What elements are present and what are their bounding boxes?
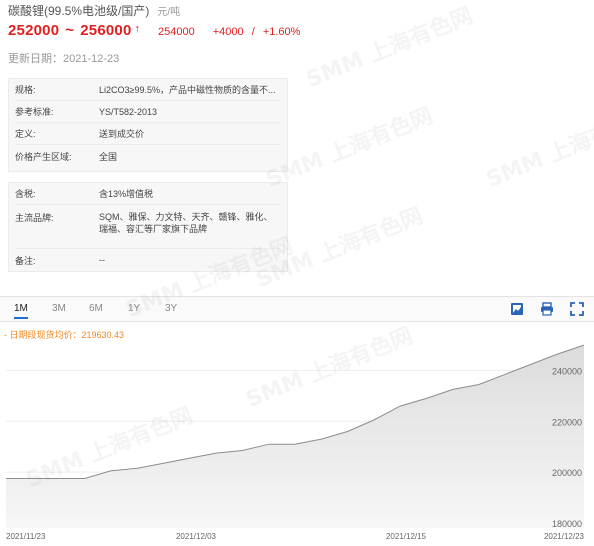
x-tick-label: 2021/11/23 <box>6 532 46 541</box>
region-label: 价格产生区域: <box>15 151 72 162</box>
brands-label: 主流品牌: <box>15 213 54 223</box>
y-tick-label: 240000 <box>552 366 582 376</box>
trade-info-box: 含税: 含13%增值税 主流品牌: SQM、雅保、力文特、天齐、赣锋、雅化、瑞福… <box>8 182 288 272</box>
fullscreen-icon[interactable] <box>570 302 584 316</box>
price-chart-svg: 180000 200000 220000 240000 2021/11/23 2021/1… <box>6 344 585 541</box>
change-percent: +1.60% <box>262 26 301 38</box>
tax-value: 含13%增值税 <box>99 189 154 199</box>
x-tick-label: 2021/12/23 <box>544 532 585 541</box>
remark-label: 备注: <box>15 255 36 266</box>
definition-value: 送到成交价 <box>99 129 145 139</box>
x-tick-label: 2021/12/03 <box>176 532 217 541</box>
update-colon: ： <box>52 53 63 65</box>
tab-3y[interactable]: 3Y <box>165 301 177 319</box>
standard-value: YS/T582-2013 <box>99 106 158 117</box>
spec-label: 规格: <box>15 85 36 95</box>
price-high: 256000 <box>80 22 132 39</box>
price-change: +4000 / +1.60% <box>213 26 301 38</box>
tab-6m[interactable]: 6M <box>89 301 103 319</box>
price-low: 252000 <box>8 22 60 39</box>
y-tick-label: 220000 <box>552 417 582 427</box>
change-separator: / <box>251 26 255 38</box>
y-tick-label: 200000 <box>552 468 582 478</box>
spec-value: Li2CO3≥99.5%，产品中磁性物质的含量不... <box>99 85 276 95</box>
standard-row: 参考标准: YS/T582-2013 <box>15 101 281 123</box>
legend-text: 日期段现货均价：219630.43 <box>9 330 125 340</box>
definition-label: 定义: <box>15 129 36 139</box>
range-tabbar: 1M 3M 6M 1Y 3Y <box>0 296 594 322</box>
up-arrow-icon: ↑ <box>134 23 141 35</box>
spec-row: 规格: Li2CO3≥99.5%，产品中磁性物质的含量不... <box>15 79 281 101</box>
image-icon[interactable] <box>510 302 524 316</box>
tax-label: 含税: <box>15 189 36 199</box>
spec-info-box: 规格: Li2CO3≥99.5%，产品中磁性物质的含量不... 参考标准: YS… <box>8 78 288 172</box>
price-unit: 元/吨 <box>157 7 181 18</box>
region-value: 全国 <box>99 151 118 162</box>
price-average: 254000 <box>158 26 195 38</box>
product-header: 碳酸锂(99.5%电池级/国产) 元/吨 <box>8 2 588 20</box>
tab-1y[interactable]: 1Y <box>128 301 140 319</box>
x-tick-label: 2021/12/15 <box>386 532 427 541</box>
tax-row: 含税: 含13%增值税 <box>15 183 281 205</box>
update-date-row: 更新日期：2021-12-23 <box>8 50 119 66</box>
price-row: 252000 ~ 256000 ↑ 254000 +4000 / +1.60% <box>8 22 300 39</box>
update-label: 更新日期 <box>8 53 52 65</box>
tab-3m[interactable]: 3M <box>52 301 66 319</box>
tab-1m[interactable]: 1M <box>14 301 28 319</box>
change-value: +4000 <box>212 26 244 38</box>
standard-label: 参考标准: <box>15 107 54 117</box>
remark-value: -- <box>99 255 105 265</box>
price-separator: ~ <box>65 22 75 39</box>
brands-value: SQM、雅保、力文特、天齐、赣锋、雅化、瑞福、容汇等厂家旗下品牌 <box>99 212 273 234</box>
price-chart: 180000 200000 220000 240000 2021/11/23 2021/1… <box>0 340 594 546</box>
update-date: 2021-12-23 <box>63 53 120 65</box>
legend-marker: - <box>4 330 7 340</box>
title-row: 碳酸锂(99.5%电池级/国产) 元/吨 <box>8 2 588 20</box>
y-tick-label: 180000 <box>552 519 582 529</box>
brands-row: 主流品牌: SQM、雅保、力文特、天齐、赣锋、雅化、瑞福、容汇等厂家旗下品牌 <box>15 205 281 249</box>
definition-row: 定义: 送到成交价 <box>15 123 281 145</box>
region-row: 价格产生区域: 全国 <box>15 145 281 167</box>
print-icon[interactable] <box>540 302 554 316</box>
product-title: 碳酸锂(99.5%电池级/国产) <box>8 4 150 18</box>
watermark: SMM 上海有色网 <box>482 103 594 194</box>
price-area <box>6 345 584 528</box>
remark-row: 备注: -- <box>15 249 281 271</box>
